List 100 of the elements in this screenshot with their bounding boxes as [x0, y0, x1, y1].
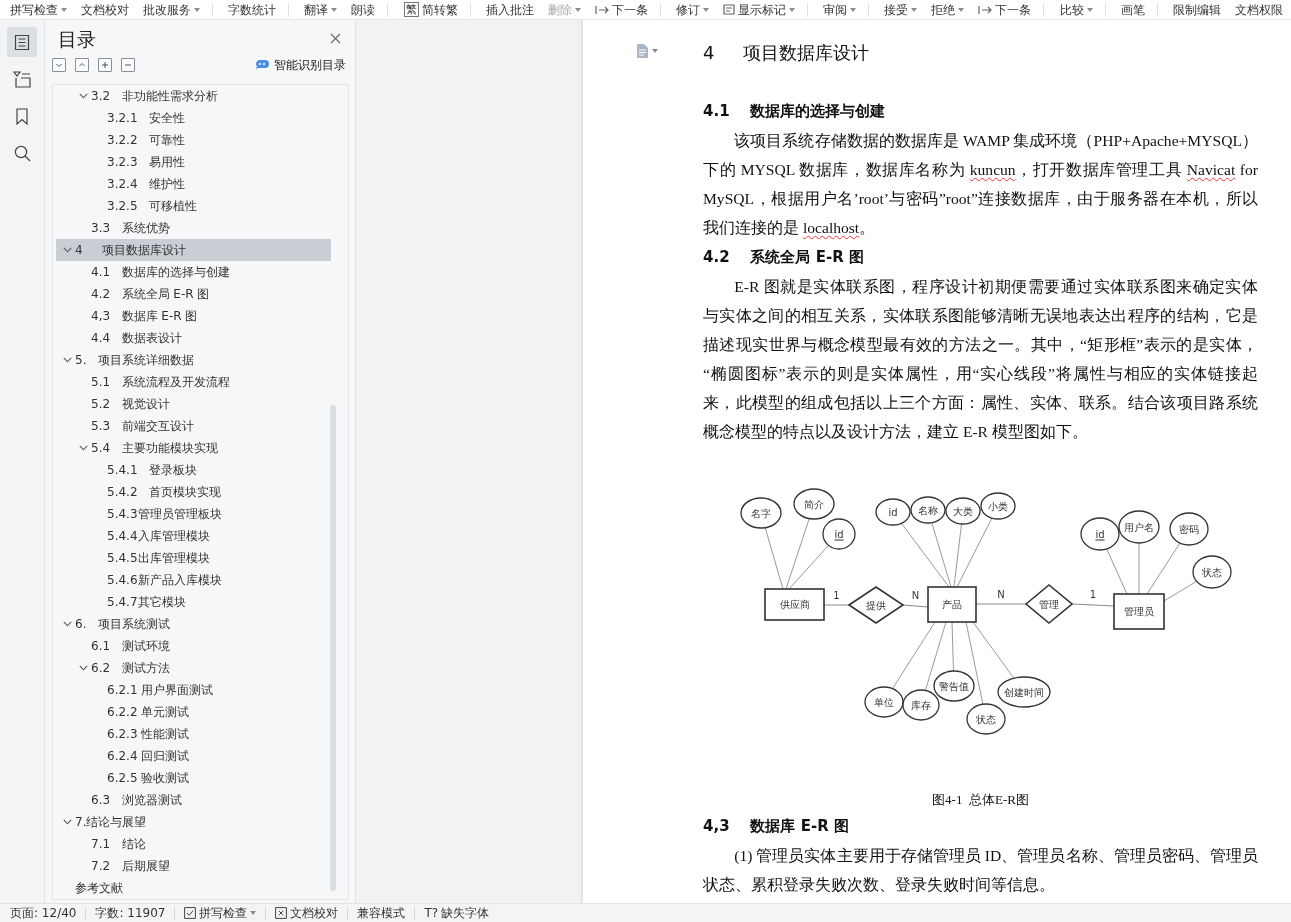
toc-item[interactable]: 3.2.3 易用性 [56, 151, 331, 173]
toolbar-button[interactable]: 拼写检查 [10, 2, 67, 17]
toc-item[interactable]: 4 项目数据库设计 [56, 239, 331, 261]
toolbar-button[interactable]: 接受 [884, 2, 918, 17]
toc-item[interactable]: 3.2.5 可移植性 [56, 195, 331, 217]
chevron-down-icon[interactable] [62, 247, 72, 253]
toolbar-button[interactable]: 繁 简转繁 [403, 2, 458, 17]
checkbox-icon [184, 907, 197, 919]
smart-toc-button[interactable]: 智能识别目录 [255, 55, 346, 74]
chevron-down-icon[interactable] [78, 93, 88, 99]
toc-item[interactable]: 6.2.3 性能测试 [56, 723, 331, 745]
toolbar-button[interactable]: 翻译 [304, 2, 338, 17]
toolbar-button[interactable]: 批改服务 [143, 2, 200, 17]
tree-tool-button[interactable] [98, 57, 112, 72]
list-box-icon [722, 4, 735, 15]
toc-item[interactable]: 3.2 非功能性需求分析 [56, 85, 331, 107]
caret-icon [652, 49, 658, 53]
er-entity: 管理员 [1113, 593, 1165, 630]
toc-item[interactable]: 5.4.7其它模块 [56, 591, 331, 613]
connector-line [1106, 548, 1128, 595]
er-attribute: 密码 [1169, 512, 1209, 546]
toc-item[interactable]: 5.3 前端交互设计 [56, 415, 331, 437]
toc-item[interactable]: 5.4.5出库管理模块 [56, 547, 331, 569]
toolbar-button[interactable]: 显示标记 [722, 2, 795, 17]
caret-icon [850, 7, 857, 12]
cardinality-label: 1 [1089, 588, 1097, 600]
toc-item[interactable]: 5. 项目系统详细数据 [56, 349, 331, 371]
toc-item[interactable]: 4.1 数据库的选择与创建 [56, 261, 331, 283]
er-relationship: 管理 [1024, 583, 1074, 625]
status-button[interactable]: T? 缺失字体 [424, 905, 490, 921]
toc-item[interactable]: 3.2.4 维护性 [56, 173, 331, 195]
toc-item[interactable]: 5.4.4入库管理模块 [56, 525, 331, 547]
toc-item[interactable]: 6.2.1 用户界面测试 [56, 679, 331, 701]
caret-icon [250, 911, 257, 915]
tree-tool-button[interactable] [52, 57, 66, 72]
toc-item[interactable]: 5.4.1 登录板块 [56, 459, 331, 481]
connector-line [764, 527, 784, 590]
toc-item[interactable]: 3.3 系统优势 [56, 217, 331, 239]
toolbar-button[interactable]: 修订 [675, 2, 709, 17]
toc-item[interactable]: 6.2.5 验收测试 [56, 767, 331, 789]
section-heading: 4,3 数据库 E-R 图 [703, 816, 850, 837]
cardinality-label: 1 [833, 589, 840, 601]
panel-icon [13, 70, 31, 88]
body-paragraph: 该项目系统存储数据的数据库是 WAMP 集成环境（PHP+Apache+MYSQL）下的 MYSQL 数据库，数据库名称为 kuncun，打开数据库管理工具 Navicat for MySQL，根据用户名’root’与密码”root”连接数据库，由于服务器在本机，所以我们连接的是 localhost。 [703, 131, 1258, 238]
er-key-attribute: id [1080, 517, 1120, 551]
toolbar-button[interactable]: 画笔 [1120, 2, 1145, 17]
sidebar-tab[interactable] [7, 27, 37, 57]
toolbar-button[interactable]: 拒绝 [931, 2, 965, 17]
chevron-down-icon[interactable] [62, 819, 72, 825]
toolbar-button[interactable]: 审阅 [823, 2, 857, 17]
toc-item[interactable]: 3.2.1 安全性 [56, 107, 331, 129]
toolbar-button[interactable]: 文档权限 [1234, 2, 1283, 17]
toc-item[interactable]: 6.2 测试方法 [56, 657, 331, 679]
toc-item[interactable]: 4.2 系统全局 E-R 图 [56, 283, 331, 305]
chevron-down-icon[interactable] [78, 445, 88, 451]
toc-item[interactable]: 6. 项目系统测试 [56, 613, 331, 635]
toolbar-button[interactable]: 文档校对 [81, 2, 129, 17]
toc-item[interactable]: 4,3 数据库 E-R 图 [56, 305, 331, 327]
toc-item[interactable]: 7.结论与展望 [56, 811, 331, 833]
toolbar-button[interactable]: 下一条 [594, 2, 648, 17]
toc-item[interactable]: 7.2 后期展望 [56, 855, 331, 877]
status-button[interactable]: 兼容模式 [357, 905, 406, 921]
chevron-down-icon[interactable] [78, 665, 88, 671]
section-heading: 4.2 系统全局 E-R 图 [703, 247, 865, 268]
toc-item[interactable]: 5.4.2 首页模块实现 [56, 481, 331, 503]
toolbar-button[interactable]: 插入批注 [485, 2, 534, 17]
tree-tool-button[interactable] [75, 57, 89, 72]
chevron-down-icon[interactable] [62, 621, 72, 627]
toolbar-button[interactable]: 下一条 [978, 2, 1032, 17]
toolbar-button[interactable]: 字数统计 [228, 2, 277, 17]
toc-item[interactable]: 3.2.2 可靠性 [56, 129, 331, 151]
cardinality-label: N [997, 588, 1005, 600]
toc-item[interactable]: 5.2 视觉设计 [56, 393, 331, 415]
toolbar-button[interactable]: 朗读 [351, 2, 376, 17]
tree-tool-button[interactable] [121, 57, 135, 72]
er-attribute: 名称 [910, 496, 946, 524]
toc-item[interactable]: 5.4.3管理员管理板块 [56, 503, 331, 525]
toc-item[interactable]: 5.1 系统流程及开发流程 [56, 371, 331, 393]
caret-icon [194, 7, 200, 12]
icon-glyph: 繁 [403, 2, 419, 17]
toc-item[interactable]: 6.2.4 回归测试 [56, 745, 331, 767]
section-heading: 4.1 数据库的选择与创建 [703, 101, 887, 122]
toc-item[interactable]: 5.4.6新产品入库模块 [56, 569, 331, 591]
toc-item[interactable]: 参考文献 [56, 877, 331, 899]
arrow-icon [594, 4, 609, 15]
toc-item[interactable]: 5.4 主要功能模块实现 [56, 437, 331, 459]
chevron-down-icon[interactable] [62, 357, 72, 363]
toc-item[interactable]: 7.1 结论 [56, 833, 331, 855]
connector-line [1138, 542, 1140, 595]
toc-item[interactable]: 6.1 测试环境 [56, 635, 331, 657]
status-button[interactable]: 拼写检查 [184, 905, 257, 921]
close-button[interactable] [330, 33, 341, 44]
toc-item[interactable]: 6.3 浏览器测试 [56, 789, 331, 811]
toc-item[interactable]: 4.4 数据表设计 [56, 327, 331, 349]
status-button[interactable]: 文档校对 [275, 905, 339, 921]
scrollbar-thumb[interactable] [330, 405, 336, 891]
toolbar-button[interactable]: 比较 [1059, 2, 1093, 17]
toc-item[interactable]: 6.2.2 单元测试 [56, 701, 331, 723]
toolbar-button[interactable]: 限制编辑 [1172, 2, 1221, 17]
document-menu-button[interactable] [636, 44, 658, 58]
